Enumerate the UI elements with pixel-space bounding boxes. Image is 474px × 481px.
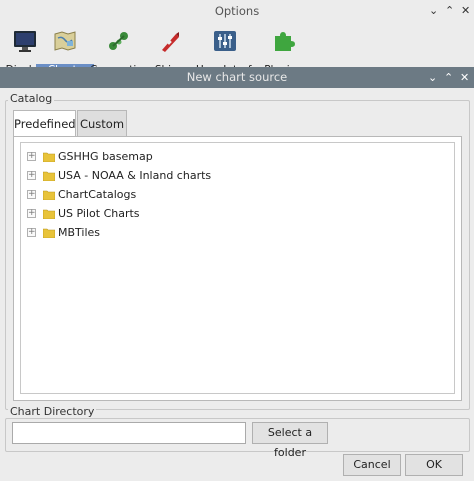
tab-predefined[interactable]: Predefined: [13, 110, 76, 137]
charts-icon: [54, 31, 76, 51]
folder-icon: [43, 190, 55, 200]
catalog-tree[interactable]: + GSHHG basemap + USA - NOAA & Inland ch…: [20, 142, 455, 394]
dialog-maximize-button[interactable]: ⌃: [444, 67, 453, 88]
cancel-label: Cancel: [353, 458, 391, 471]
toolbar-item-user-interface[interactable]: User Interface: [196, 26, 270, 76]
expand-icon[interactable]: +: [27, 228, 36, 237]
tree-item-label: US Pilot Charts: [58, 207, 140, 220]
folder-icon: [43, 209, 55, 219]
toolbar-item-plugins[interactable]: Plugins: [258, 26, 308, 76]
tree-item-label: ChartCatalogs: [58, 188, 137, 201]
tab-predefined-label: Predefined: [14, 117, 76, 131]
tree-item-label: USA - NOAA & Inland charts: [58, 169, 212, 182]
close-button[interactable]: ✕: [461, 0, 470, 22]
predefined-tab-panel: + GSHHG basemap + USA - NOAA & Inland ch…: [13, 136, 462, 401]
folder-icon: [43, 228, 55, 238]
monitor-icon: [14, 31, 36, 52]
dialog-title: New chart source: [186, 70, 288, 84]
options-window-title: Options: [214, 4, 260, 18]
dialog-titlebar: New chart source ⌄ ⌃ ✕: [0, 67, 474, 88]
chart-directory-title: Chart Directory: [8, 405, 97, 418]
options-window-titlebar: Options: [0, 0, 474, 22]
select-folder-button[interactable]: Select a folder: [252, 422, 328, 459]
tree-item-label: MBTiles: [58, 226, 101, 239]
connections-icon: [109, 32, 128, 50]
dialog-close-button[interactable]: ✕: [460, 67, 469, 88]
catalog-group-title: Catalog: [8, 92, 55, 105]
puzzle-icon: [275, 32, 295, 51]
expand-icon[interactable]: +: [27, 190, 36, 199]
select-folder-label: Select a folder: [267, 426, 313, 459]
options-toolbar: Display Charts Connections Ships: [0, 22, 474, 76]
toolbar-item-connections[interactable]: Connections: [90, 26, 155, 76]
dialog-body: Catalog Predefined Custom + GSHHG basema…: [0, 88, 474, 481]
minimize-button[interactable]: ⌄: [429, 0, 438, 22]
expand-icon[interactable]: +: [27, 209, 36, 218]
toolbar-item-ships[interactable]: Ships: [144, 26, 194, 76]
chart-directory-input[interactable]: [12, 422, 246, 444]
cancel-button[interactable]: Cancel: [343, 454, 401, 476]
tree-item-label: GSHHG basemap: [58, 150, 153, 163]
tab-custom[interactable]: Custom: [77, 110, 127, 137]
maximize-button[interactable]: ⌃: [445, 0, 454, 22]
expand-icon[interactable]: +: [27, 152, 36, 161]
folder-icon: [43, 171, 55, 181]
ok-button[interactable]: OK: [405, 454, 463, 476]
sliders-icon: [214, 31, 236, 51]
ship-icon: [162, 32, 179, 52]
folder-icon: [43, 152, 55, 162]
dialog-minimize-button[interactable]: ⌄: [428, 67, 437, 88]
expand-icon[interactable]: +: [27, 171, 36, 180]
ok-label: OK: [426, 458, 442, 471]
toolbar-item-charts[interactable]: Charts: [36, 26, 94, 76]
tab-custom-label: Custom: [79, 117, 125, 131]
